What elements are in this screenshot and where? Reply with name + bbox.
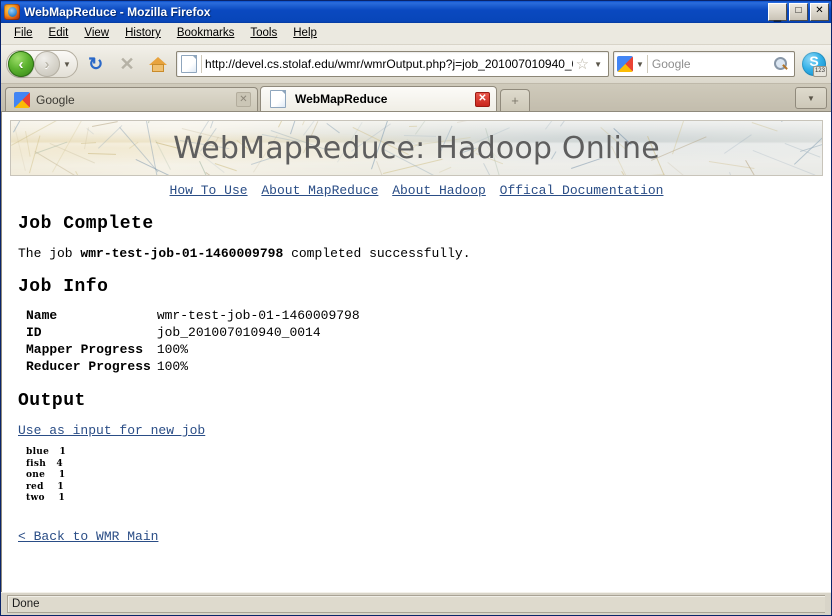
window-controls: _ □ ✕ <box>768 3 829 21</box>
minimize-button[interactable]: _ <box>768 3 787 21</box>
page-icon <box>181 55 198 73</box>
status-bar: Done <box>1 592 831 615</box>
menu-bar: File Edit View History Bookmarks Tools H… <box>1 23 831 45</box>
close-icon: ✕ <box>815 5 824 16</box>
nav-link-about-mapreduce[interactable]: About MapReduce <box>261 183 378 198</box>
url-dropdown-icon[interactable]: ▼ <box>592 60 606 69</box>
tab-bar: Google ✕ WebMapReduce ✕ + ▼ <box>1 84 831 112</box>
search-engine-dropdown-icon[interactable]: ▼ <box>633 60 647 69</box>
history-dropdown-icon[interactable]: ▼ <box>60 60 75 69</box>
google-icon <box>14 91 30 108</box>
url-divider <box>201 55 203 73</box>
home-icon <box>149 56 168 72</box>
tab-google-close-icon[interactable]: ✕ <box>236 92 251 107</box>
nav-link-how-to-use[interactable]: How To Use <box>170 183 248 198</box>
maximize-button[interactable]: □ <box>789 3 808 21</box>
skype-icon[interactable]: 123 <box>801 52 827 77</box>
page-title: WebMapReduce: Hadoop Online <box>173 130 660 166</box>
back-to-wmr-main-link[interactable]: < Back to WMR Main <box>18 529 158 544</box>
menu-view-label: View <box>84 27 110 39</box>
job-status-message: The job wmr-test-job-01-1460009798 compl… <box>18 246 823 261</box>
menu-help-label: Help <box>293 27 317 39</box>
firefox-window: WebMapReduce - Mozilla Firefox _ □ ✕ Fil… <box>0 0 832 616</box>
job-info-key-reducer-progress: Reducer Progress <box>26 359 151 374</box>
forward-button[interactable]: › <box>34 51 60 77</box>
menu-file[interactable]: File <box>7 24 40 43</box>
menu-tools-label: Tools <box>250 27 278 39</box>
window-title: WebMapReduce - Mozilla Firefox <box>24 5 211 19</box>
search-input[interactable]: Google <box>652 57 773 71</box>
table-row: ID job_201007010940_0014 <box>26 324 360 341</box>
navigation-toolbar: ‹ › ▼ ↻ ✕ http://devel.cs.stolaf.edu/wmr… <box>1 45 831 84</box>
page-viewport: WebMapReduce: Hadoop Online How To Use A… <box>1 112 831 592</box>
bookmark-star-icon[interactable]: ☆ <box>573 55 592 73</box>
menu-tools[interactable]: Tools <box>243 24 284 43</box>
skype-badge: 123 <box>812 66 827 77</box>
home-button[interactable] <box>145 50 172 78</box>
job-message-name: wmr-test-job-01-1460009798 <box>80 246 284 261</box>
job-info-key-name: Name <box>26 308 58 323</box>
search-divider <box>646 55 648 73</box>
page-content: WebMapReduce: Hadoop Online How To Use A… <box>2 112 831 592</box>
heading-job-complete: Job Complete <box>18 214 154 234</box>
tab-list-dropdown-icon[interactable]: ▼ <box>795 87 827 109</box>
stop-button[interactable]: ✕ <box>113 50 140 78</box>
use-as-input-link[interactable]: Use as input for new job <box>18 423 205 438</box>
nav-link-about-hadoop[interactable]: About Hadoop <box>392 183 486 198</box>
heading-output: Output <box>18 391 86 411</box>
minimize-icon: _ <box>773 7 782 22</box>
menu-edit-label: Edit <box>48 27 69 39</box>
menu-bookmarks[interactable]: Bookmarks <box>170 24 242 43</box>
back-button[interactable]: ‹ <box>8 51 34 77</box>
job-info-value-mapper-progress: 100% <box>156 342 189 357</box>
menu-bookmarks-label: Bookmarks <box>176 27 235 39</box>
back-forward-group: ‹ › ▼ <box>6 50 78 78</box>
menu-history-label: History <box>125 27 161 39</box>
title-bar: WebMapReduce - Mozilla Firefox _ □ ✕ <box>1 1 831 23</box>
table-row: Name wmr-test-job-01-1460009798 <box>26 307 360 324</box>
maximize-icon: □ <box>795 5 802 16</box>
job-info-key-id: ID <box>26 325 42 340</box>
menu-help[interactable]: Help <box>286 24 324 43</box>
job-info-value-reducer-progress: 100% <box>156 359 189 374</box>
firefox-icon <box>4 4 20 20</box>
menu-history[interactable]: History <box>118 24 168 43</box>
job-info-value-id: job_201007010940_0014 <box>156 325 321 340</box>
url-bar[interactable]: http://devel.cs.stolaf.edu/wmr/wmrOutput… <box>176 51 609 77</box>
new-tab-button[interactable]: + <box>500 89 530 111</box>
google-icon <box>616 56 633 72</box>
tab-webmapreduce-close-icon[interactable]: ✕ <box>475 91 490 107</box>
job-info-value-name: wmr-test-job-01-1460009798 <box>156 308 360 323</box>
job-message-prefix: The job <box>18 246 81 261</box>
table-row: Reducer Progress 100% <box>26 358 360 375</box>
tab-webmapreduce[interactable]: WebMapReduce ✕ <box>260 86 497 111</box>
menu-edit[interactable]: Edit <box>42 24 76 43</box>
heading-job-info: Job Info <box>18 277 109 297</box>
page-icon <box>270 90 286 108</box>
tab-webmapreduce-label: WebMapReduce <box>295 92 388 106</box>
close-button[interactable]: ✕ <box>810 3 829 21</box>
reload-button[interactable]: ↻ <box>82 50 109 78</box>
site-nav-links: How To Use About MapReduce About Hadoop … <box>10 183 823 198</box>
job-message-suffix: completed successfully. <box>283 246 471 261</box>
url-input[interactable]: http://devel.cs.stolaf.edu/wmr/wmrOutput… <box>205 57 573 71</box>
table-row: Mapper Progress 100% <box>26 341 360 358</box>
magnifier-icon[interactable] <box>773 56 789 72</box>
menu-view[interactable]: View <box>77 24 116 43</box>
output-listing: blue 1 fish 4 one 1 red 1 two 1 <box>26 447 67 504</box>
status-text: Done <box>12 598 40 610</box>
menu-file-label: File <box>14 27 33 39</box>
nav-link-offical-documentation[interactable]: Offical Documentation <box>500 183 664 198</box>
status-panel: Done <box>7 595 825 613</box>
job-info-key-mapper-progress: Mapper Progress <box>26 342 144 357</box>
site-banner: WebMapReduce: Hadoop Online <box>10 120 823 176</box>
job-info-table: Name wmr-test-job-01-1460009798 ID job_2… <box>26 307 360 375</box>
search-bar[interactable]: ▼ Google <box>612 51 795 77</box>
tab-google-label: Google <box>36 92 75 107</box>
tab-google[interactable]: Google ✕ <box>5 87 258 111</box>
